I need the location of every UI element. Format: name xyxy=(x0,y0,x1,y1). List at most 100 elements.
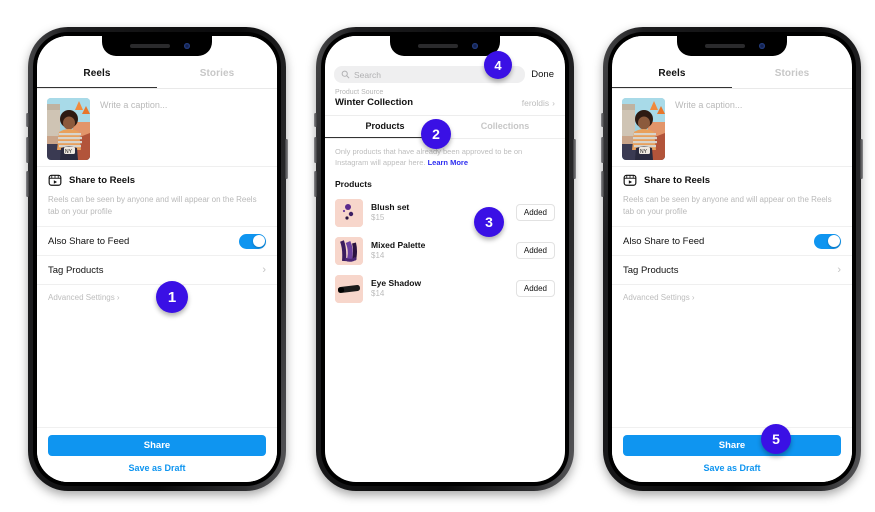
product-thumbnail xyxy=(335,236,363,265)
phone1-volume-up-button xyxy=(26,137,29,163)
phone1-notch xyxy=(102,36,212,56)
earpiece-speaker-icon xyxy=(418,44,458,48)
front-camera-icon xyxy=(759,43,765,49)
phone3-mute-button xyxy=(601,113,604,127)
phone1-screen: Reels Stories NY Write a caption... Shar… xyxy=(37,36,277,482)
tag-products-label: Tag Products xyxy=(623,264,679,276)
phone1-bezel: Reels Stories NY Write a caption... Shar… xyxy=(33,32,281,486)
front-camera-icon xyxy=(472,43,478,49)
product-list-item[interactable]: Blush set $15 Added xyxy=(325,194,565,232)
also-share-to-feed-toggle[interactable] xyxy=(814,233,841,249)
product-source-account[interactable]: feroldis › xyxy=(522,98,555,108)
media-thumbnail-image: NY xyxy=(47,98,90,160)
mixed-palette-image xyxy=(335,236,363,265)
option-tag-products[interactable]: Tag Products › xyxy=(612,255,852,284)
phone-share-screen-before: Reels Stories NY Write a caption... Shar… xyxy=(26,27,288,491)
tab-stories[interactable]: Stories xyxy=(732,62,852,88)
product-thumbnail xyxy=(335,274,363,303)
composer: NY Write a caption... xyxy=(612,89,852,166)
chevron-right-icon: › xyxy=(262,263,266,276)
phone-product-picker: Search Done Product Source Winter Collec… xyxy=(314,27,576,491)
products-section-title: Products xyxy=(335,178,372,189)
media-thumbnail[interactable]: NY xyxy=(47,98,90,160)
product-added-button[interactable]: Added xyxy=(515,242,555,259)
step-badge-5: 5 xyxy=(761,424,791,454)
composer: NY Write a caption... xyxy=(37,89,277,166)
tab-reels[interactable]: Reels xyxy=(37,62,157,88)
product-price: $14 xyxy=(371,250,385,260)
share-to-reels-header: Share to Reels xyxy=(37,167,277,190)
step-badge-2: 2 xyxy=(421,119,451,149)
search-placeholder: Search xyxy=(354,69,381,80)
phone2-volume-down-button xyxy=(314,171,317,197)
blush-set-image xyxy=(335,198,363,227)
also-share-to-feed-toggle[interactable] xyxy=(239,233,266,249)
product-source-value: Winter Collection xyxy=(335,97,414,108)
phone2-bezel: Search Done Product Source Winter Collec… xyxy=(321,32,569,486)
product-list-item[interactable]: Eye Shadow $14 Added xyxy=(325,270,565,308)
step-badge-3: 3 xyxy=(474,207,504,237)
step-badge-1: 1 xyxy=(156,281,188,313)
phone3-power-button xyxy=(860,139,863,179)
share-button[interactable]: Share xyxy=(48,435,266,456)
phone3-volume-up-button xyxy=(601,137,604,163)
phone2-mute-button xyxy=(314,113,317,127)
save-as-draft-button[interactable]: Save as Draft xyxy=(48,456,266,473)
phone3-volume-down-button xyxy=(601,171,604,197)
search-icon xyxy=(341,70,350,79)
share-to-reels-label: Share to Reels xyxy=(69,174,135,186)
product-info: Eye Shadow $14 xyxy=(371,278,508,300)
phone3-notch xyxy=(677,36,787,56)
earpiece-speaker-icon xyxy=(705,44,745,48)
share-to-reels-label: Share to Reels xyxy=(644,174,710,186)
phone2-power-button xyxy=(573,139,576,179)
reels-icon xyxy=(48,174,62,186)
media-thumbnail-image: NY xyxy=(622,98,665,160)
phone2-screen: Search Done Product Source Winter Collec… xyxy=(325,36,565,482)
phone3-bottom-actions: Share Save as Draft xyxy=(612,427,852,482)
phone1-bottom-actions: Share Save as Draft xyxy=(37,427,277,482)
product-list-item[interactable]: Mixed Palette $14 Added xyxy=(325,232,565,270)
phone2-notch xyxy=(390,36,500,56)
tag-products-label: Tag Products xyxy=(48,264,104,276)
toggle-knob xyxy=(827,235,840,248)
tab-collections[interactable]: Collections xyxy=(445,116,565,138)
media-thumbnail[interactable]: NY xyxy=(622,98,665,160)
front-camera-icon xyxy=(184,43,190,49)
svg-text:NY: NY xyxy=(640,149,648,155)
phone1-power-button xyxy=(285,139,288,179)
eye-shadow-image xyxy=(335,274,363,303)
reels-icon xyxy=(623,174,637,186)
earpiece-speaker-icon xyxy=(130,44,170,48)
advanced-settings-link[interactable]: Advanced Settings › xyxy=(612,285,852,302)
screenshot-stage: Reels Stories NY Write a caption... Shar… xyxy=(0,0,875,512)
product-source-label: Product Source xyxy=(335,89,384,96)
share-destination-tabs: Reels Stories xyxy=(37,62,277,89)
chevron-right-icon: › xyxy=(552,98,555,108)
step-badge-4: 4 xyxy=(484,51,512,79)
phone1-mute-button xyxy=(26,113,29,127)
option-also-share-to-feed[interactable]: Also Share to Feed xyxy=(612,226,852,255)
caption-placeholder[interactable]: Write a caption... xyxy=(675,98,742,160)
phone-share-screen-after: Reels Stories NY Write a caption... Shar… xyxy=(601,27,863,491)
product-name: Mixed Palette xyxy=(371,239,426,250)
product-source-info: Product Source Winter Collection xyxy=(335,89,413,108)
share-button[interactable]: Share xyxy=(623,435,841,456)
product-added-button[interactable]: Added xyxy=(515,204,555,221)
phone1-volume-down-button xyxy=(26,171,29,197)
learn-more-link[interactable]: Learn More xyxy=(428,158,468,167)
product-source-account-label: feroldis xyxy=(521,98,550,108)
done-button[interactable]: Done xyxy=(531,69,556,80)
phone3-screen: Reels Stories NY Write a caption... Shar… xyxy=(612,36,852,482)
phone3-bezel: Reels Stories NY Write a caption... Shar… xyxy=(608,32,856,486)
save-as-draft-button[interactable]: Save as Draft xyxy=(623,456,841,473)
caption-placeholder[interactable]: Write a caption... xyxy=(100,98,167,160)
product-name: Eye Shadow xyxy=(371,277,422,288)
product-source-row[interactable]: Product Source Winter Collection feroldi… xyxy=(325,83,565,116)
tab-reels[interactable]: Reels xyxy=(612,62,732,88)
option-tag-products[interactable]: Tag Products › xyxy=(37,255,277,284)
product-added-button[interactable]: Added xyxy=(515,280,555,297)
option-also-share-to-feed[interactable]: Also Share to Feed xyxy=(37,226,277,255)
tab-stories[interactable]: Stories xyxy=(157,62,277,88)
toggle-knob xyxy=(252,235,265,248)
